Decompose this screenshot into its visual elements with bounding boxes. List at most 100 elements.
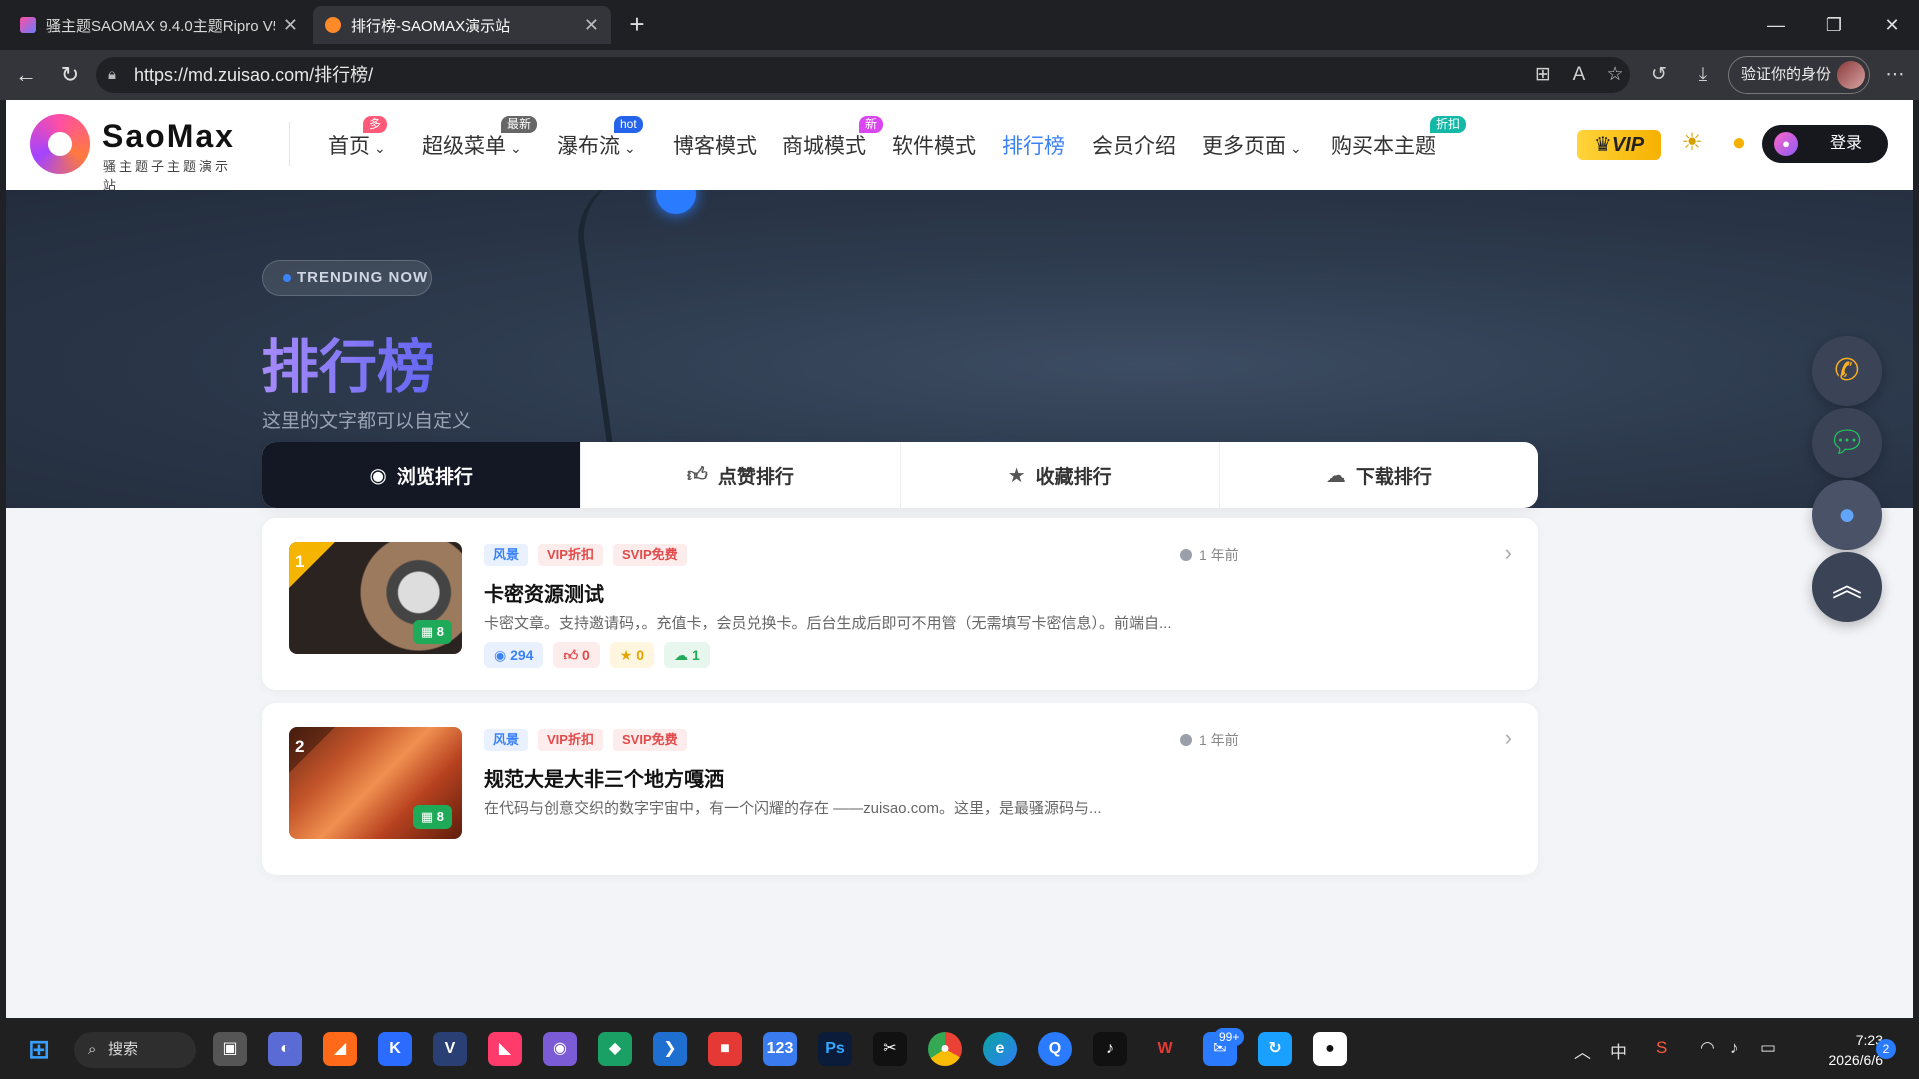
vip-button[interactable]: ♛VIP bbox=[1577, 130, 1661, 160]
app-icon[interactable]: ■ bbox=[708, 1032, 742, 1066]
ranking-card[interactable]: 2 ▦ 8 风景 VIP折扣 SVIP免费 1 年前 › 规范大是大非三个地方嘎… bbox=[262, 703, 1538, 875]
tab-label: 点赞排行 bbox=[717, 466, 794, 488]
capcut-icon[interactable]: ✂ bbox=[873, 1032, 907, 1066]
app-v-icon[interactable]: V bbox=[433, 1032, 467, 1066]
menu-label: 会员介绍 bbox=[1092, 135, 1176, 158]
battery-icon[interactable]: ▭ bbox=[1760, 1038, 1776, 1058]
photoshop-icon[interactable]: Ps bbox=[818, 1032, 852, 1066]
menu-item-more-pages[interactable]: 更多页面 ⌄ bbox=[1202, 130, 1302, 160]
post-stats: ◉ 294 👍︎ 0 ★ 0 ☁ 1 bbox=[484, 642, 710, 668]
tiktok-icon[interactable]: ♪ bbox=[1093, 1032, 1127, 1066]
post-thumbnail[interactable]: 2 ▦ 8 bbox=[289, 727, 462, 839]
tab-downloads-ranking[interactable]: ☁ 下载排行 bbox=[1218, 442, 1538, 508]
phone-button[interactable]: ✆ bbox=[1812, 336, 1882, 406]
verify-label: 验证你的身份 bbox=[1741, 66, 1832, 83]
tag[interactable]: SVIP免费 bbox=[612, 544, 687, 566]
app-k-icon[interactable]: K bbox=[378, 1032, 412, 1066]
star-icon: ★ bbox=[619, 647, 637, 663]
wifi-icon[interactable]: ◠ bbox=[1700, 1038, 1715, 1058]
url-field[interactable]: 🔒︎ https://md.zuisao.com/排行榜/ bbox=[96, 57, 1630, 93]
download-icon[interactable]: ⤓ bbox=[1690, 62, 1716, 88]
tab-label: 浏览排行 bbox=[396, 466, 473, 488]
app-123-icon[interactable]: 123 bbox=[763, 1032, 797, 1066]
chevron-down-icon: ⌄ bbox=[510, 140, 522, 156]
edge-icon[interactable]: e bbox=[983, 1032, 1017, 1066]
tab-likes-ranking[interactable]: 👍︎ 点赞排行 bbox=[580, 442, 899, 508]
post-title[interactable]: 卡密资源测试 bbox=[484, 578, 604, 607]
wechat-button[interactable]: 💬︎ bbox=[1812, 408, 1882, 478]
vip-label: VIP bbox=[1611, 134, 1645, 156]
menu-item-waterfall[interactable]: 瀑布流 ⌄ bbox=[557, 130, 636, 160]
app-icon[interactable]: ◆ bbox=[598, 1032, 632, 1066]
app-tray-icon[interactable]: S bbox=[1656, 1038, 1667, 1058]
notification-badge[interactable]: 2 bbox=[1876, 1039, 1896, 1059]
menu-item-home[interactable]: 首页 ⌄ bbox=[328, 130, 386, 160]
close-icon[interactable]: ✕ bbox=[584, 15, 599, 36]
qq-icon[interactable]: ● bbox=[1313, 1032, 1347, 1066]
volume-icon[interactable]: ♪ bbox=[1730, 1038, 1739, 1058]
clock[interactable]: 7:23 2026/6/6 bbox=[1815, 1030, 1884, 1070]
tab-favorites-ranking[interactable]: ★ 收藏排行 bbox=[899, 442, 1219, 508]
login-button[interactable]: ● 登录 bbox=[1762, 125, 1888, 163]
qq-button[interactable]: ● bbox=[1812, 480, 1882, 550]
close-window-button[interactable]: ✕ bbox=[1872, 10, 1912, 40]
back-icon[interactable]: ← bbox=[12, 62, 40, 90]
read-aloud-icon[interactable]: A bbox=[1566, 62, 1592, 88]
post-thumbnail[interactable]: 1 ▦ 8 bbox=[289, 542, 462, 654]
menu-label: 商城模式 bbox=[782, 135, 866, 158]
menu-item-ranking[interactable]: 排行榜 bbox=[1002, 130, 1065, 160]
search-icon: ⌕ bbox=[88, 1041, 97, 1058]
taskbar-search[interactable]: ⌕ 搜索 bbox=[74, 1032, 196, 1068]
cloud-icon: ☁ bbox=[1325, 464, 1346, 487]
chevron-right-icon[interactable]: › bbox=[1505, 725, 1512, 751]
menu-item-shop[interactable]: 商城模式 bbox=[782, 130, 866, 160]
app-grid-icon[interactable]: ⊞ bbox=[1530, 62, 1556, 88]
ime-indicator[interactable]: 中 bbox=[1610, 1038, 1627, 1063]
restore-button[interactable]: ❐ bbox=[1814, 10, 1854, 40]
menu-item-blog[interactable]: 博客模式 bbox=[673, 130, 757, 160]
task-view-icon[interactable]: ▣ bbox=[213, 1032, 247, 1066]
close-icon[interactable]: ✕ bbox=[283, 15, 298, 36]
new-tab-button[interactable]: + bbox=[622, 10, 652, 40]
browser-tab-1[interactable]: 骚主题SAOMAX 9.4.0主题Ripro V5 ✕ bbox=[8, 6, 310, 44]
minimize-button[interactable]: — bbox=[1756, 10, 1796, 40]
ranking-tabs: ◉ 浏览排行 👍︎ 点赞排行 ★ 收藏排行 ☁ 下载排行 bbox=[262, 442, 1538, 508]
menu-item-buy-theme[interactable]: 购买本主题 bbox=[1331, 130, 1436, 160]
tab-views-ranking[interactable]: ◉ 浏览排行 bbox=[262, 442, 581, 508]
search-icon[interactable]: ● bbox=[1724, 128, 1754, 158]
tag[interactable]: SVIP免费 bbox=[612, 729, 687, 751]
history-icon[interactable]: ↺ bbox=[1646, 62, 1672, 88]
start-windows-icon[interactable]: ⊞ bbox=[22, 1032, 56, 1066]
favorite-star-icon[interactable]: ☆ bbox=[1602, 62, 1628, 88]
app-icon[interactable]: ◉ bbox=[543, 1032, 577, 1066]
site-logo[interactable]: SaoMax 骚主题子主题演示站 bbox=[30, 112, 245, 193]
ranking-card[interactable]: 1 ▦ 8 风景 VIP折扣 SVIP免费 1 年前 › 卡密资源测试 卡密文章… bbox=[262, 518, 1538, 690]
browser-tab-2[interactable]: 排行榜-SAOMAX演示站 ✕ bbox=[313, 6, 611, 44]
verify-identity-button[interactable]: 验证你的身份 bbox=[1728, 56, 1870, 94]
chevron-right-icon[interactable]: › bbox=[1505, 540, 1512, 566]
menu-item-software[interactable]: 软件模式 bbox=[892, 130, 976, 160]
tag[interactable]: VIP折扣 bbox=[538, 729, 603, 751]
tag[interactable]: 风景 bbox=[484, 729, 529, 751]
meet-icon[interactable]: ◐ bbox=[268, 1032, 302, 1066]
likes-stat: 👍︎ 0 bbox=[553, 642, 600, 668]
time-label: 1 年前 bbox=[1199, 547, 1239, 563]
post-title[interactable]: 规范大是大非三个地方嘎洒 bbox=[484, 763, 724, 792]
tag[interactable]: 风景 bbox=[484, 544, 529, 566]
tag[interactable]: VIP折扣 bbox=[538, 544, 603, 566]
app-icon[interactable]: Q bbox=[1038, 1032, 1072, 1066]
reload-icon[interactable]: ↻ bbox=[56, 62, 84, 90]
more-menu-icon[interactable]: ⋯ bbox=[1882, 62, 1908, 88]
menu-item-mega-menu[interactable]: 超级菜单 ⌄ bbox=[422, 130, 522, 160]
chrome-icon[interactable]: ● bbox=[928, 1032, 962, 1066]
back-to-top-button[interactable]: ︽ bbox=[1812, 552, 1882, 622]
vscode-icon[interactable]: ❯ bbox=[653, 1032, 687, 1066]
app-icon[interactable]: ◣ bbox=[488, 1032, 522, 1066]
app-icon[interactable]: ◢ bbox=[323, 1032, 357, 1066]
wps-icon[interactable]: W bbox=[1148, 1032, 1182, 1066]
likes-count: 0 bbox=[582, 647, 590, 663]
menu-item-membership[interactable]: 会员介绍 bbox=[1092, 130, 1176, 160]
app-icon[interactable]: ↻ bbox=[1258, 1032, 1292, 1066]
theme-toggle-sun-icon[interactable]: ☀ bbox=[1677, 128, 1707, 158]
chevron-up-icon[interactable]: ︿ bbox=[1574, 1038, 1591, 1063]
